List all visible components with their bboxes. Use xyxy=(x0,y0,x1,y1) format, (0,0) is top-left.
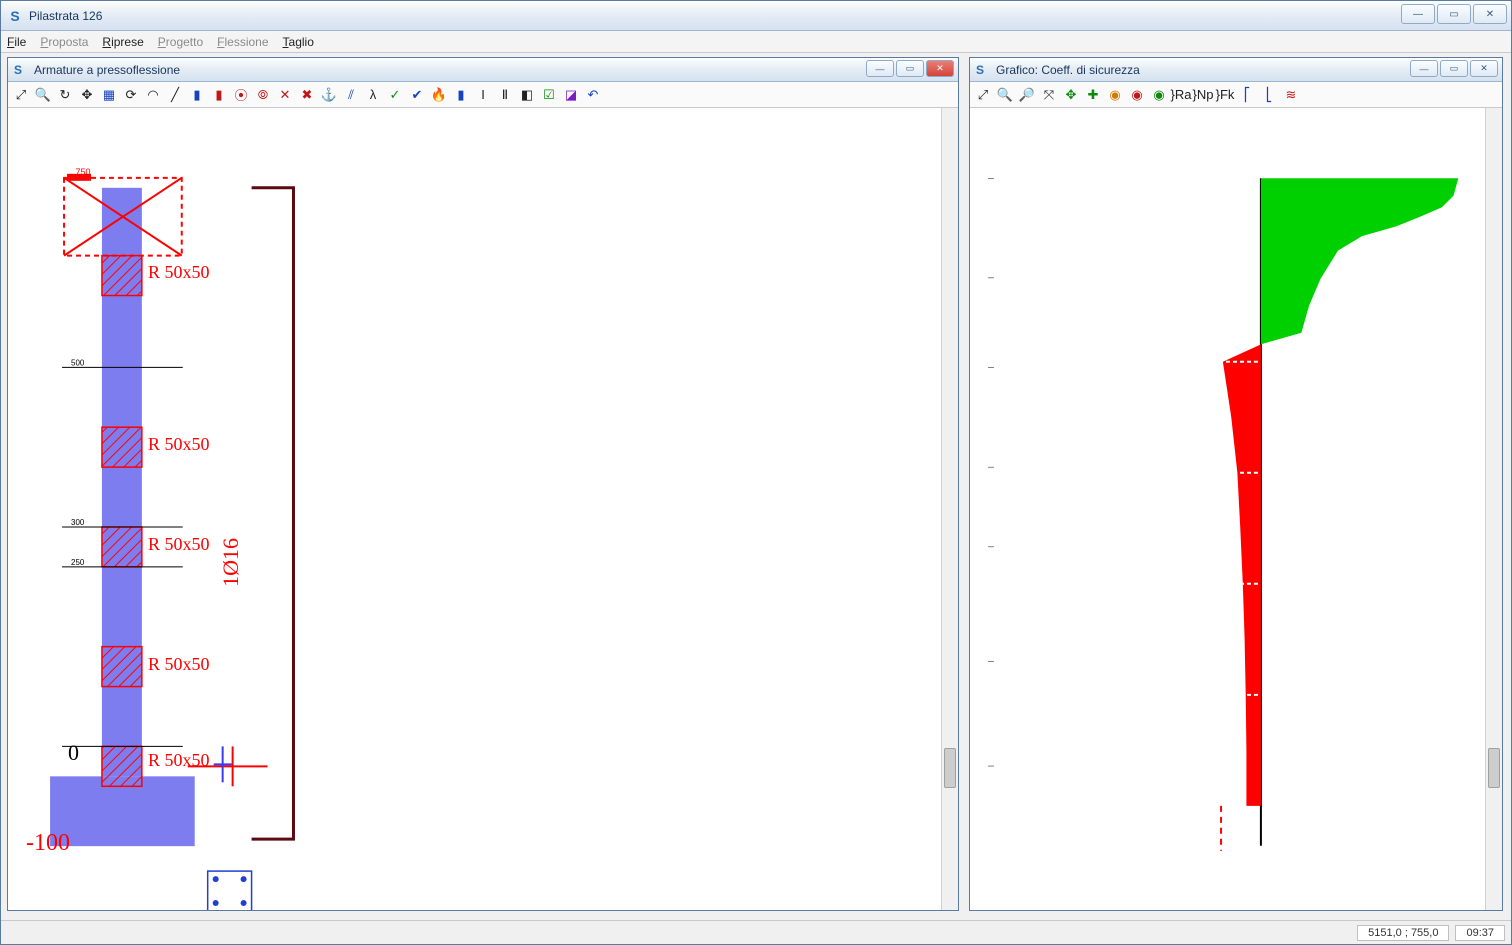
section-label: R 50x50 xyxy=(148,750,210,771)
tension-right-icon[interactable]: ⦾ xyxy=(254,86,272,104)
armature-toolbar: ⤢🔍↻✥▦⟳◠╱▮▮⦿⦾✕✖⚓⫽λ✓✔🔥▮IⅡ◧☑◪↶ xyxy=(8,82,958,108)
grafico-toolbar: ⤢🔍🔎⤧✥✚◉◉◉}Ra}Np}Fk⎡⎣≋ xyxy=(970,82,1502,108)
child-armature-titlebar[interactable]: S Armature a pressoflessione — ▭ ✕ xyxy=(8,58,958,82)
child-close-button[interactable]: ✕ xyxy=(926,60,954,77)
svg-text:250: 250 xyxy=(71,558,85,567)
statusbar: 5151,0 ; 755,0 09:37 xyxy=(1,920,1511,944)
section-label: R 50x50 xyxy=(148,534,210,555)
vertical-scrollbar[interactable] xyxy=(1485,108,1502,910)
close-button[interactable]: ✕ xyxy=(1473,4,1507,24)
fire-icon[interactable]: 🔥 xyxy=(430,86,448,104)
child-armature-title: Armature a pressoflessione xyxy=(34,63,180,77)
fk-icon[interactable]: }Fk xyxy=(1216,86,1234,104)
menu-proposta[interactable]: Proposta xyxy=(40,35,88,49)
section-label: R 50x50 xyxy=(148,434,210,455)
child-grafico-titlebar[interactable]: S Grafico: Coeff. di sicurezza — ▭ ✕ xyxy=(970,58,1502,82)
options-icon[interactable]: ◪ xyxy=(562,86,580,104)
pan-icon[interactable]: ✥ xyxy=(78,86,96,104)
safety-chart xyxy=(970,108,1502,910)
armature-canvas[interactable]: 750 xyxy=(8,108,958,910)
zoom-in-icon[interactable]: 🔍 xyxy=(996,86,1014,104)
svg-text:750: 750 xyxy=(76,167,91,177)
zoom-full-icon[interactable]: ⤢ xyxy=(974,86,992,104)
bars-blue-icon[interactable]: ▮ xyxy=(188,86,206,104)
check-icon[interactable]: ✓ xyxy=(386,86,404,104)
column-solid-icon[interactable]: ▮ xyxy=(452,86,470,104)
profile-icon[interactable]: Ⅱ xyxy=(496,86,514,104)
child-maximize-button[interactable]: ▭ xyxy=(896,60,924,77)
app-icon: S xyxy=(976,63,990,77)
lambda-icon[interactable]: λ xyxy=(364,86,382,104)
palette1-icon[interactable]: ◉ xyxy=(1106,86,1124,104)
arc-icon[interactable]: ◠ xyxy=(144,86,162,104)
delete-icon[interactable]: ✕ xyxy=(276,86,294,104)
line-icon[interactable]: ╱ xyxy=(166,86,184,104)
zoom-window-icon[interactable]: ⤧ xyxy=(1040,86,1058,104)
grafico-canvas[interactable] xyxy=(970,108,1502,910)
app-window: S Pilastrata 126 — ▭ ✕ File Proposta Rip… xyxy=(0,0,1512,945)
rebar-icon[interactable]: ⫽ xyxy=(342,86,360,104)
menu-progetto[interactable]: Progetto xyxy=(158,35,203,49)
tension-left-icon[interactable]: ⦿ xyxy=(232,86,250,104)
menu-riprese[interactable]: Riprese xyxy=(102,35,143,49)
child-armature: S Armature a pressoflessione — ▭ ✕ ⤢🔍↻✥▦… xyxy=(7,57,959,911)
app-icon: S xyxy=(7,8,23,24)
section-icon[interactable]: I xyxy=(474,86,492,104)
armature-drawing: 750 xyxy=(8,108,958,910)
rebar-label: 1Ø16 xyxy=(218,538,244,587)
status-coords: 5151,0 ; 755,0 xyxy=(1357,925,1449,941)
pan-icon[interactable]: ✥ xyxy=(1062,86,1080,104)
bracket1-icon[interactable]: ⎡ xyxy=(1238,86,1256,104)
child-maximize-button[interactable]: ▭ xyxy=(1440,60,1468,77)
menubar: File Proposta Riprese Progetto Flessione… xyxy=(1,31,1511,53)
zoom-window-icon[interactable]: 🔍 xyxy=(34,86,52,104)
section-label: R 50x50 xyxy=(148,262,210,283)
child-minimize-button[interactable]: — xyxy=(866,60,894,77)
child-grafico: S Grafico: Coeff. di sicurezza — ▭ ✕ ⤢🔍🔎… xyxy=(969,57,1503,911)
child-close-button[interactable]: ✕ xyxy=(1470,60,1498,77)
main-titlebar[interactable]: S Pilastrata 126 — ▭ ✕ xyxy=(1,1,1511,31)
vertical-scrollbar[interactable] xyxy=(941,108,958,910)
section-label: R 50x50 xyxy=(148,654,210,675)
menu-file[interactable]: File xyxy=(7,35,26,49)
diagram-icon[interactable]: ≋ xyxy=(1282,86,1300,104)
maximize-button[interactable]: ▭ xyxy=(1437,4,1471,24)
zoom-dynamic-icon[interactable]: ↻ xyxy=(56,86,74,104)
ra-icon[interactable]: }Ra xyxy=(1172,86,1190,104)
svg-text:300: 300 xyxy=(71,518,85,527)
bars-red-icon[interactable]: ▮ xyxy=(210,86,228,104)
zoom-out-icon[interactable]: 🔎 xyxy=(1018,86,1036,104)
status-time: 09:37 xyxy=(1455,925,1505,941)
app-title: Pilastrata 126 xyxy=(29,9,102,23)
axis-bottom-label: -100 xyxy=(26,830,70,857)
mdi-client: S Armature a pressoflessione — ▭ ✕ ⤢🔍↻✥▦… xyxy=(7,57,1505,914)
anchor-icon[interactable]: ⚓ xyxy=(320,86,338,104)
menu-flessione[interactable]: Flessione xyxy=(217,35,268,49)
double-check-icon[interactable]: ✔ xyxy=(408,86,426,104)
minimize-button[interactable]: — xyxy=(1401,4,1435,24)
np-icon[interactable]: }Np xyxy=(1194,86,1212,104)
check2-icon[interactable]: ☑ xyxy=(540,86,558,104)
add-icon[interactable]: ✚ xyxy=(1084,86,1102,104)
bracket2-icon[interactable]: ⎣ xyxy=(1260,86,1278,104)
app-icon: S xyxy=(14,63,28,77)
palette3-icon[interactable]: ◉ xyxy=(1150,86,1168,104)
child-grafico-title: Grafico: Coeff. di sicurezza xyxy=(996,63,1140,77)
svg-text:500: 500 xyxy=(71,358,85,367)
palette2-icon[interactable]: ◉ xyxy=(1128,86,1146,104)
menu-taglio[interactable]: Taglio xyxy=(283,35,314,49)
image-icon[interactable]: ◧ xyxy=(518,86,536,104)
grid-icon[interactable]: ▦ xyxy=(100,86,118,104)
zoom-full-icon[interactable]: ⤢ xyxy=(12,86,30,104)
undo-icon[interactable]: ↶ xyxy=(584,86,602,104)
refresh-icon[interactable]: ⟳ xyxy=(122,86,140,104)
axis-zero-label: 0 xyxy=(68,740,79,766)
child-minimize-button[interactable]: — xyxy=(1410,60,1438,77)
cut-icon[interactable]: ✖ xyxy=(298,86,316,104)
